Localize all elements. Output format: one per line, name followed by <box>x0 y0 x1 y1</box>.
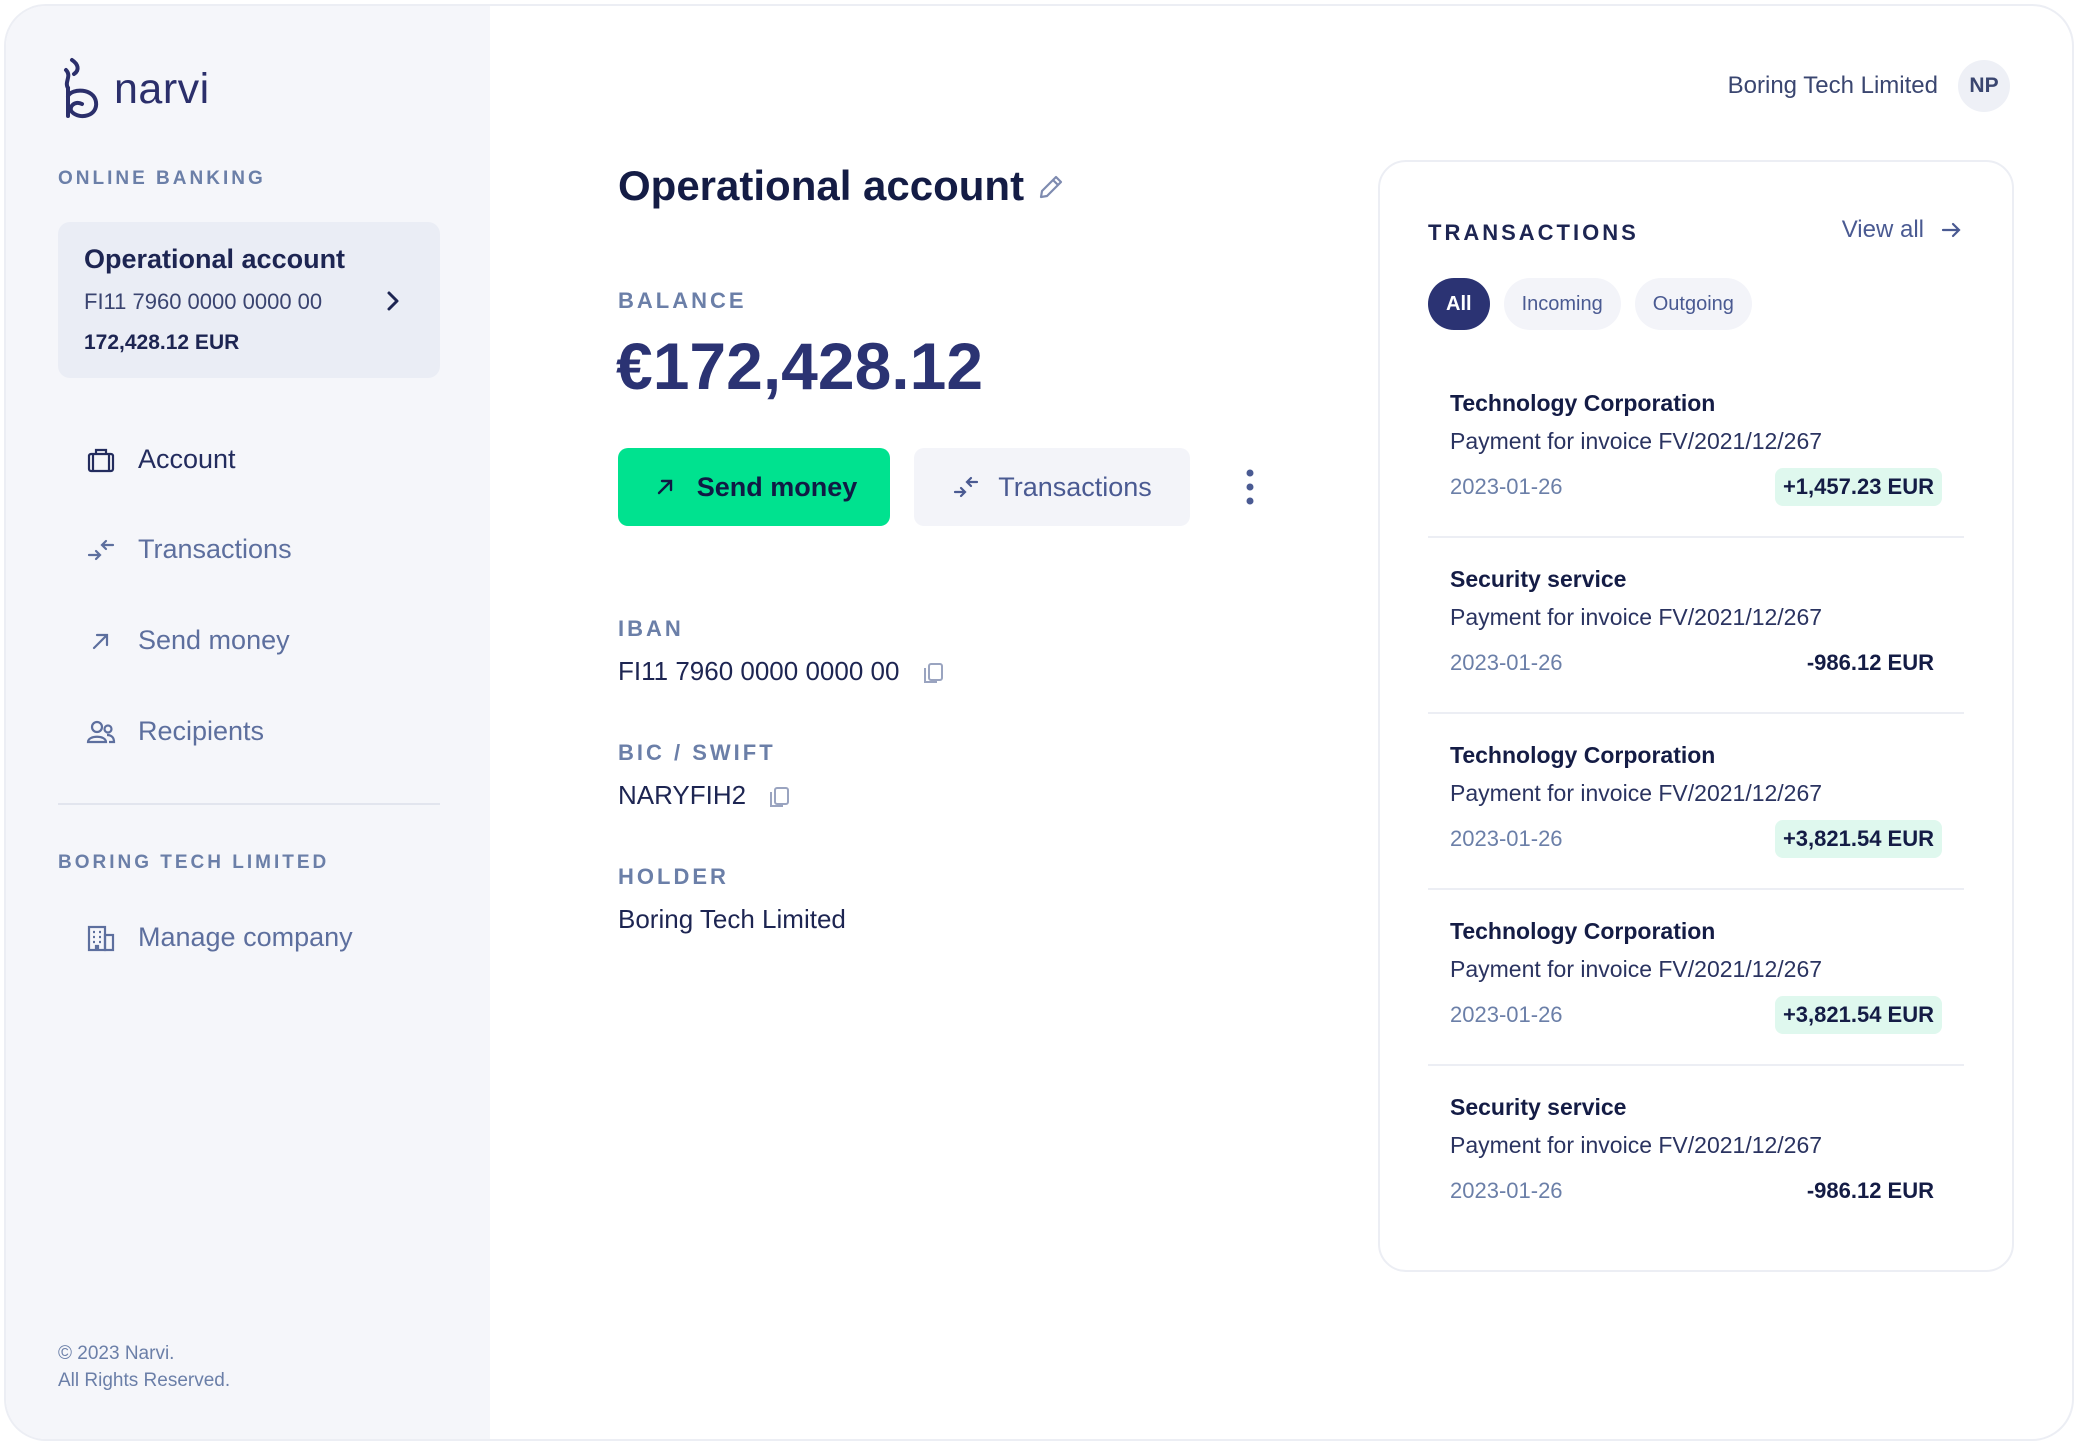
app-window: narvi ONLINE BANKING Operational account… <box>6 6 2072 1439</box>
holder-value: Boring Tech Limited <box>618 904 846 934</box>
transactions-list: Technology Corporation Payment for invoi… <box>1428 362 1964 1242</box>
transaction-description: Payment for invoice FV/2021/12/267 <box>1450 956 1823 982</box>
transaction-row[interactable]: Security service Payment for invoice FV/… <box>1428 1066 1964 1242</box>
footer-line-2: All Rights Reserved. <box>58 1370 231 1391</box>
chevron-right-icon <box>387 291 399 311</box>
account-card-amount: 172,428.12 EUR <box>84 331 240 354</box>
transaction-amount: +1,457.23 EUR <box>1774 468 1942 506</box>
send-money-button[interactable]: Send money <box>618 448 890 526</box>
page-title: Operational account <box>618 162 1025 209</box>
building-icon <box>87 925 115 951</box>
footer-copyright: © 2023 Narvi. All Rights Reserved. <box>58 1340 230 1394</box>
transaction-description: Payment for invoice FV/2021/12/267 <box>1450 428 1823 454</box>
sidebar-item-label: Account <box>138 444 236 474</box>
online-banking-label: ONLINE BANKING <box>58 168 266 189</box>
sidebar: narvi ONLINE BANKING Operational account… <box>6 6 490 1439</box>
iban-value: FI11 7960 0000 0000 00 <box>618 656 900 686</box>
sidebar-item-send-money[interactable]: Send money <box>86 625 290 656</box>
transactions-button[interactable]: Transactions <box>914 448 1190 526</box>
sidebar-item-label: Manage company <box>138 922 353 952</box>
transaction-amount: +3,821.54 EUR <box>1774 820 1942 858</box>
account-card-name: Operational account <box>84 244 346 274</box>
sidebar-item-label: Transactions <box>138 534 292 564</box>
sidebar-item-transactions[interactable]: Transactions <box>86 534 292 565</box>
transaction-description: Payment for invoice FV/2021/12/267 <box>1450 780 1823 806</box>
account-card-iban: FI11 7960 0000 0000 00 <box>84 289 323 314</box>
transaction-date: 2023-01-26 <box>1450 1002 1563 1027</box>
iban-label: IBAN <box>618 616 684 641</box>
transaction-date: 2023-01-26 <box>1450 1178 1563 1203</box>
transaction-row[interactable]: Technology Corporation Payment for invoi… <box>1428 362 1964 538</box>
copy-icon[interactable] <box>921 661 945 685</box>
balance-label: BALANCE <box>618 288 747 313</box>
arrow-up-right-icon <box>657 479 672 495</box>
balance-amount: €172,428.12 <box>616 329 984 403</box>
view-all-link[interactable]: View all <box>1842 216 1962 244</box>
send-money-label: Send money <box>696 471 858 502</box>
transaction-description: Payment for invoice FV/2021/12/267 <box>1450 1132 1823 1158</box>
bic-label: BIC / SWIFT <box>618 740 776 765</box>
more-options-icon[interactable] <box>1242 468 1258 506</box>
sidebar-item-recipients[interactable]: Recipients <box>86 716 264 747</box>
transaction-row[interactable]: Technology Corporation Payment for invoi… <box>1428 890 1964 1066</box>
transaction-date: 2023-01-26 <box>1450 650 1563 675</box>
transaction-amount: +3,821.54 EUR <box>1774 996 1942 1034</box>
company-switcher[interactable]: Boring Tech Limited NP <box>1728 60 2010 112</box>
iban-value-row: FI11 7960 0000 0000 00 <box>618 656 945 687</box>
transaction-name: Security service <box>1450 1094 1627 1120</box>
copy-icon[interactable] <box>767 785 791 809</box>
company-name: Boring Tech Limited <box>1727 72 1938 99</box>
footer-line-1: © 2023 Narvi. <box>58 1343 175 1364</box>
view-all-label: View all <box>1841 216 1924 243</box>
transaction-name: Technology Corporation <box>1450 390 1716 416</box>
brand-logo[interactable]: narvi <box>58 56 210 122</box>
transaction-amount: -986.12 EUR <box>1806 650 1934 675</box>
sidebar-item-account[interactable]: Account <box>86 444 236 475</box>
transaction-date: 2023-01-26 <box>1450 826 1563 851</box>
company-section-label: BORING TECH LIMITED <box>58 852 330 873</box>
filter-outgoing[interactable]: Outgoing <box>1634 278 1752 330</box>
arrow-right-icon <box>1941 222 1961 238</box>
transaction-filters: All Incoming Outgoing <box>1428 278 1752 330</box>
transaction-row[interactable]: Technology Corporation Payment for invoi… <box>1428 714 1964 890</box>
bic-value-row: NARYFIH2 <box>618 780 791 811</box>
transactions-panel: TRANSACTIONS View all All Incoming Outgo… <box>1378 160 2014 1272</box>
transaction-description: Payment for invoice FV/2021/12/267 <box>1450 604 1823 630</box>
briefcase-icon <box>87 448 115 472</box>
pencil-icon[interactable] <box>1036 172 1066 202</box>
transaction-name: Technology Corporation <box>1450 918 1716 944</box>
transactions-panel-title: TRANSACTIONS <box>1428 220 1639 245</box>
narvi-logo-icon <box>64 58 99 119</box>
transactions-button-label: Transactions <box>998 471 1152 502</box>
filter-incoming[interactable]: Incoming <box>1503 278 1621 330</box>
sidebar-divider <box>58 803 440 805</box>
transaction-name: Technology Corporation <box>1450 742 1716 768</box>
arrow-up-right-icon <box>92 633 109 649</box>
transaction-amount: -986.12 EUR <box>1806 1178 1934 1203</box>
avatar[interactable]: NP <box>1958 60 2010 112</box>
account-card[interactable]: Operational account FI11 7960 0000 0000 … <box>58 222 440 378</box>
sidebar-item-manage-company[interactable]: Manage company <box>86 922 353 953</box>
sidebar-item-label: Send money <box>138 625 290 655</box>
transaction-date: 2023-01-26 <box>1450 474 1563 499</box>
sidebar-item-label: Recipients <box>138 716 265 746</box>
transaction-name: Security service <box>1450 566 1627 592</box>
brand-name: narvi <box>114 64 210 113</box>
holder-label: HOLDER <box>618 864 729 889</box>
filter-all[interactable]: All <box>1428 278 1490 330</box>
bic-value: NARYFIH2 <box>618 780 747 810</box>
transfer-arrows-icon <box>87 539 115 560</box>
recipients-icon <box>86 720 116 743</box>
transaction-row[interactable]: Security service Payment for invoice FV/… <box>1428 538 1964 714</box>
transfer-arrows-icon <box>954 476 979 498</box>
